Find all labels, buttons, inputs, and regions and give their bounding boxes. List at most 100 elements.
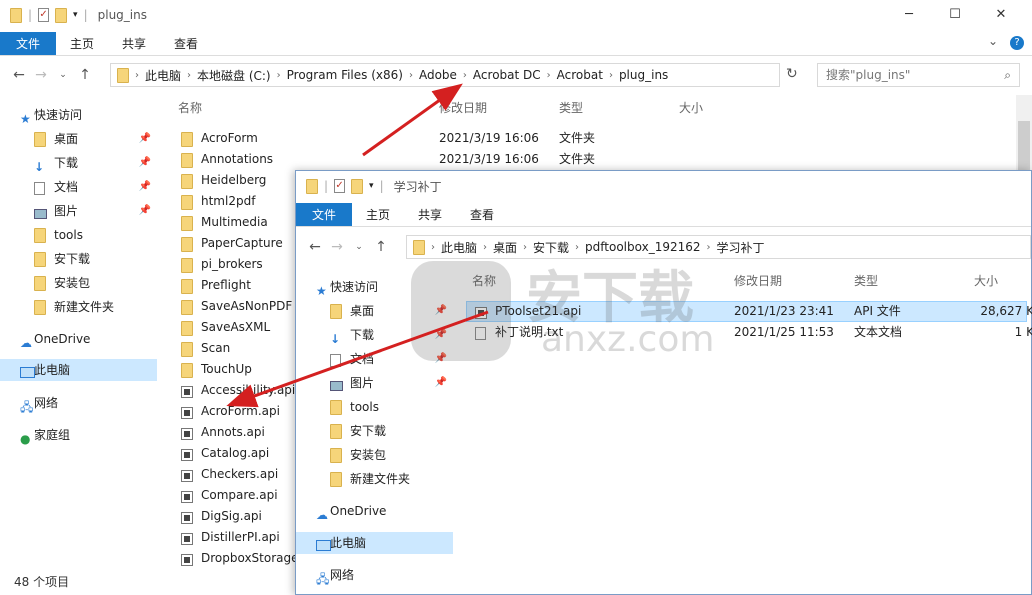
new-folder-icon[interactable] (55, 7, 68, 23)
breadcrumb-item[interactable]: pdftoolbox_192162 (585, 240, 700, 254)
pin-icon[interactable]: 📌 (435, 372, 447, 394)
help-icon[interactable]: ? (1010, 36, 1024, 50)
sidebar-item[interactable]: 安装包 (0, 272, 157, 294)
chevron-right-icon[interactable]: › (523, 242, 527, 253)
breadcrumb-item[interactable]: 本地磁盘 (C:) (197, 67, 271, 84)
properties-icon[interactable]: ✓ (38, 8, 50, 22)
file-row[interactable]: AcroForm 2021/3/19 16:06 文件夹 (181, 128, 1032, 149)
column-header[interactable]: 修改日期 (734, 270, 782, 292)
ribbon-tab[interactable]: 文件 (0, 32, 57, 55)
sidebar-item[interactable]: 文档 📌 (296, 348, 453, 370)
sidebar-item[interactable]: 桌面 📌 (296, 300, 453, 322)
ribbon-tab[interactable]: 共享 (404, 203, 456, 226)
search-input[interactable]: 搜索"plug_ins" ⌕ (817, 63, 1020, 87)
chevron-right-icon[interactable]: › (483, 242, 487, 253)
pin-icon[interactable]: 📌 (139, 200, 151, 222)
ribbon-tab[interactable]: 共享 (108, 32, 160, 55)
breadcrumb-item[interactable]: 学习补丁 (717, 239, 765, 256)
search-icon[interactable]: ⌕ (1004, 64, 1011, 86)
recent-locations-button[interactable]: ⌄ (348, 242, 370, 252)
file-row[interactable]: PToolset21.api 2021/1/23 23:41 API 文件 28,62… (475, 301, 1032, 322)
ribbon-tab[interactable]: 主页 (56, 32, 108, 55)
address-bar[interactable]: › 此电脑 › 本地磁盘 (C:) › Program Files (x86) › Adobe… (110, 63, 780, 87)
chevron-right-icon[interactable]: › (409, 70, 413, 81)
sidebar-item[interactable]: 图片 📌 (296, 372, 453, 394)
column-header[interactable]: 类型 (559, 97, 583, 119)
breadcrumb-item[interactable]: 安下载 (533, 239, 569, 256)
minimize-button[interactable]: ─ (886, 0, 932, 30)
customize-toolbar-icon[interactable]: ▾ (369, 181, 374, 191)
column-header[interactable]: 名称 (178, 97, 202, 119)
sidebar-item[interactable]: ↓ 下载 📌 (296, 324, 453, 346)
column-header[interactable]: 名称 (472, 270, 496, 292)
sidebar-item[interactable]: 图片 📌 (0, 200, 157, 222)
back-button[interactable]: ← (8, 67, 30, 83)
chevron-right-icon[interactable]: › (187, 70, 191, 81)
file-row[interactable]: 补丁说明.txt 2021/1/25 11:53 文本文档 1 K (475, 322, 1032, 343)
address-bar[interactable]: › 此电脑 › 桌面 › 安下载 › pdftoolbox_192162 › 学习补丁 (406, 235, 1031, 259)
pin-icon[interactable]: 📌 (435, 348, 447, 370)
sidebar-item[interactable]: ☁ OneDrive (296, 500, 453, 522)
sidebar-item[interactable]: tools (296, 396, 453, 418)
sidebar-item[interactable]: 安下载 (0, 248, 157, 270)
chevron-right-icon[interactable]: › (431, 242, 435, 253)
chevron-right-icon[interactable]: › (277, 70, 281, 81)
sidebar-item[interactable]: 🖧 网络 (0, 392, 157, 414)
expand-ribbon-icon[interactable]: ⌄ (988, 34, 998, 48)
sidebar-item[interactable]: 安下载 (296, 420, 453, 442)
breadcrumb-item[interactable]: 桌面 (493, 239, 517, 256)
sidebar-item[interactable]: 🖧 网络 (296, 564, 453, 586)
breadcrumb-item[interactable]: Acrobat (557, 68, 603, 82)
back-button[interactable]: ← (304, 239, 326, 255)
breadcrumb-item[interactable]: Adobe (419, 68, 457, 82)
forward-button[interactable]: → (30, 67, 52, 83)
breadcrumb-item[interactable]: Program Files (x86) (287, 68, 403, 82)
pin-icon[interactable]: 📌 (139, 152, 151, 174)
chevron-right-icon[interactable]: › (707, 242, 711, 253)
pin-icon[interactable]: 📌 (139, 176, 151, 198)
sidebar-item[interactable]: ★ 快速访问 (0, 104, 157, 126)
column-header[interactable]: 大小 (974, 270, 998, 292)
sidebar-item[interactable]: 安装包 (296, 444, 453, 466)
chevron-right-icon[interactable]: › (609, 70, 613, 81)
ribbon-tab[interactable]: 查看 (160, 32, 212, 55)
sidebar-item[interactable]: ● 家庭组 (0, 424, 157, 446)
sidebar-item[interactable]: 此电脑 (0, 359, 157, 381)
up-button[interactable]: ↑ (74, 67, 96, 83)
new-folder-icon[interactable] (351, 178, 364, 194)
sidebar-item[interactable]: ★ 快速访问 (296, 276, 453, 298)
chevron-right-icon[interactable]: › (575, 242, 579, 253)
pin-icon[interactable]: 📌 (139, 128, 151, 150)
sidebar-item[interactable]: 桌面 📌 (0, 128, 157, 150)
up-button[interactable]: ↑ (370, 239, 392, 255)
ribbon-tab[interactable]: 文件 (296, 203, 353, 226)
sidebar-item[interactable]: ↓ 下载 📌 (0, 152, 157, 174)
properties-icon[interactable]: ✓ (334, 179, 346, 193)
ribbon-tab[interactable]: 主页 (352, 203, 404, 226)
file-row[interactable]: Annotations 2021/3/19 16:06 文件夹 (181, 149, 1032, 170)
customize-toolbar-icon[interactable]: ▾ (73, 10, 78, 20)
breadcrumb-item[interactable]: 此电脑 (441, 239, 477, 256)
chevron-right-icon[interactable]: › (463, 70, 467, 81)
sidebar-item[interactable]: 文档 📌 (0, 176, 157, 198)
maximize-button[interactable]: ☐ (932, 0, 978, 30)
close-button[interactable]: ✕ (978, 0, 1024, 30)
sidebar-item[interactable]: 此电脑 (296, 532, 453, 554)
chevron-right-icon[interactable]: › (547, 70, 551, 81)
recent-locations-button[interactable]: ⌄ (52, 70, 74, 80)
column-header[interactable]: 大小 (679, 97, 703, 119)
chevron-right-icon[interactable]: › (135, 70, 139, 81)
breadcrumb-item[interactable]: plug_ins (619, 68, 668, 82)
sidebar-item[interactable]: tools (0, 224, 157, 246)
pin-icon[interactable]: 📌 (435, 324, 447, 346)
breadcrumb-item[interactable]: 此电脑 (145, 67, 181, 84)
forward-button[interactable]: → (326, 239, 348, 255)
column-header[interactable]: 修改日期 (439, 97, 487, 119)
sidebar-item[interactable]: 新建文件夹 (0, 296, 157, 318)
pin-icon[interactable]: 📌 (435, 300, 447, 322)
ribbon-tab[interactable]: 查看 (456, 203, 508, 226)
sidebar-item[interactable]: 新建文件夹 (296, 468, 453, 490)
breadcrumb-item[interactable]: Acrobat DC (473, 68, 541, 82)
column-header[interactable]: 类型 (854, 270, 878, 292)
sidebar-item[interactable]: ☁ OneDrive (0, 328, 157, 350)
